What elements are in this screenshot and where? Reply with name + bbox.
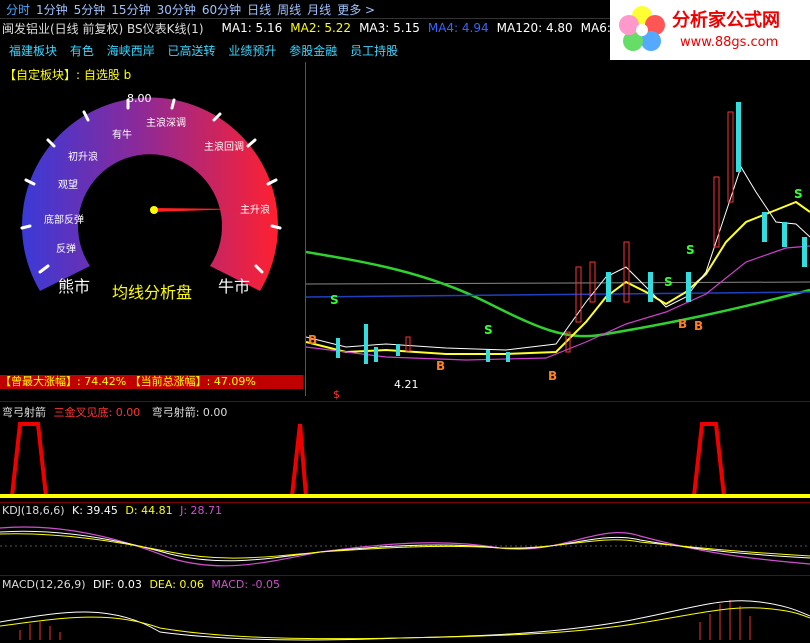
zone-bottom-rebound: 底部反弹 [44,213,84,226]
zone-rebound-small: 反弹 [56,242,76,255]
macd-chart[interactable] [0,592,810,643]
tab-60min[interactable]: 60分钟 [202,1,241,18]
tag-employee[interactable]: 员工持股 [350,44,398,58]
gauge-panel: 【自定板块】: 自选股 b 8.00 底部反弹 观望 初升浪 有牛 主浪深调 主… [0,62,306,396]
gauge-dial: 8.00 底部反弹 观望 初升浪 有牛 主浪深调 主浪回调 主升浪 反弹 熊市 … [20,92,282,302]
buy-signal: B [678,317,687,331]
stock-title: 闽发铝业(日线 前复权) BS仪表K线(1) [2,21,204,36]
tab-15min[interactable]: 15分钟 [111,1,150,18]
sell-signal: S [686,243,695,257]
tab-1min[interactable]: 1分钟 [36,1,68,18]
low-price-label: 4.21 [394,378,419,391]
concept-tags: 福建板块 有色 海峡西岸 已高送转 业绩预升 参股金融 员工持股 [0,42,600,60]
kdj-d: D: 44.81 [125,504,173,517]
tag-strait[interactable]: 海峡西岸 [107,44,155,58]
zone-main-rise: 主升浪 [240,203,270,216]
gain-strip: 【曾最大涨幅】: 74.42% 【当前总涨幅】: 47.09% [0,375,303,389]
kline-chart[interactable]: S S S S S B B B B B 4.21 [306,62,810,402]
buy-signal: B [694,319,703,333]
tag-finance[interactable]: 参股金融 [289,44,337,58]
tab-5min[interactable]: 5分钟 [74,1,106,18]
ma6-value: MA6: [580,21,611,35]
kdj-k: K: 39.45 [72,504,118,517]
zone-watch: 观望 [58,178,78,191]
zone-bull: 有牛 [112,128,132,141]
kdj-chart[interactable] [0,518,810,574]
buy-signal: B [308,333,317,347]
logo-url: www.88gs.com [680,35,778,50]
zone-adjust: 主浪回调 [204,140,244,153]
gauge-value: 8.00 [127,92,152,105]
kdj-legend: KDJ(18,6,6) K: 39.45 D: 44.81 J: 28.71 [2,504,222,517]
macd-dea: DEA: 0.06 [149,578,204,591]
ma120-value: MA120: 4.80 [496,21,573,35]
kdj-name: KDJ(18,6,6) [2,504,65,517]
tag-fujian[interactable]: 福建板块 [9,44,57,58]
tag-earnings[interactable]: 业绩预升 [228,44,276,58]
tab-daily[interactable]: 日线 [247,1,271,18]
logo-text: 分析家公式网 [672,9,780,31]
tab-weekly[interactable]: 周线 [277,1,301,18]
max-gain: 【曾最大涨幅】: 74.42% [0,375,127,388]
zone-early-rise: 初升浪 [68,150,98,163]
zone-deep-adjust: 主浪深调 [146,116,186,129]
kdj-j: J: 28.71 [180,504,223,517]
tag-bonus[interactable]: 已高送转 [168,44,216,58]
macd-name: MACD(12,26,9) [2,578,86,591]
ma1-value: MA1: 5.16 [221,21,283,35]
tag-nonferrous[interactable]: 有色 [70,44,94,58]
indicator1-chart[interactable] [0,418,810,502]
current-gain: 【当前总涨幅】: 47.09% [129,375,256,388]
tab-monthly[interactable]: 月线 [307,1,331,18]
sell-signal: S [664,275,673,289]
sell-signal: S [794,187,803,201]
site-logo: 分析家公式网 www.88gs.com [610,0,810,60]
sell-signal: S [484,323,493,337]
dollar-marker: $ [333,388,340,401]
buy-signal: B [436,359,445,373]
bear-market-label: 熊市 [58,277,90,296]
macd-value: MACD: -0.05 [211,578,281,591]
macd-dif: DIF: 0.03 [93,578,142,591]
sell-signal: S [330,293,339,307]
ma3-value: MA3: 5.15 [359,21,420,35]
flower-logo-icon: 分析家公式网 www.88gs.com [610,0,810,60]
tab-intraday[interactable]: 分时 [6,1,30,18]
gauge-title: 均线分析盘 [112,283,192,302]
macd-legend: MACD(12,26,9) DIF: 0.03 DEA: 0.06 MACD: … [2,578,280,591]
bull-market-label: 牛市 [218,277,250,296]
ma4-value: MA4: 4.94 [427,21,489,35]
tab-more[interactable]: 更多 > [337,1,375,18]
buy-signal: B [548,369,557,383]
ma2-value: MA2: 5.22 [290,21,352,35]
tab-30min[interactable]: 30分钟 [157,1,196,18]
